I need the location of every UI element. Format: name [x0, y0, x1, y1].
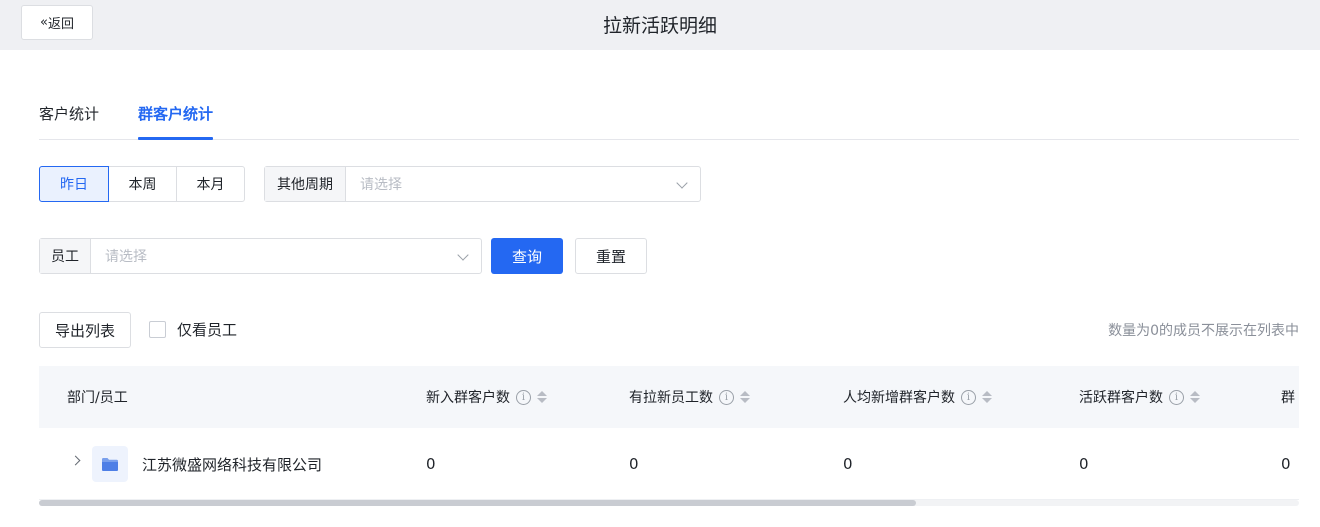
table-row: 江苏微盛网络科技有限公司 0 0 0 0 0 — [39, 428, 1299, 500]
horizontal-scrollbar-thumb[interactable] — [39, 500, 916, 506]
info-circle-icon[interactable]: i — [516, 389, 531, 405]
stats-table: 部门/员工 新入群客户数 i 有拉新员工数 i 人均新增群客户数 i 活跃群客户… — [39, 366, 1299, 506]
staff-placeholder: 请选择 — [105, 249, 147, 265]
chevron-down-icon — [457, 249, 469, 261]
zero-members-hint: 数量为0的成员不展示在列表中 — [1108, 323, 1299, 339]
column-header-active-group-customers: 活跃群客户数 i — [1079, 387, 1200, 407]
cell-new-group-customers: 0 — [426, 455, 436, 473]
only-staff-label: 仅看员工 — [177, 321, 238, 339]
cell-staff-with-new: 0 — [629, 455, 639, 473]
info-circle-icon[interactable]: i — [961, 389, 976, 405]
chevron-right-icon[interactable] — [70, 455, 81, 466]
date-range-segment: 昨日 本周 本月 — [39, 166, 245, 202]
sort-icon[interactable] — [537, 391, 547, 403]
info-circle-icon[interactable]: i — [1169, 389, 1184, 405]
table-header: 部门/员工 新入群客户数 i 有拉新员工数 i 人均新增群客户数 i 活跃群客户… — [39, 366, 1299, 428]
other-period-input[interactable]: 请选择 — [346, 167, 700, 201]
column-header-truncated: 群 — [1281, 390, 1295, 406]
sort-icon[interactable] — [740, 391, 750, 403]
cell-active-group-customers: 0 — [1079, 455, 1089, 473]
column-header-new-group-customers: 新入群客户数 i — [426, 387, 547, 407]
tab-customer-stats[interactable]: 客户统计 — [39, 103, 99, 140]
staff-input[interactable]: 请选择 — [91, 239, 481, 273]
cell-truncated: 0 — [1281, 455, 1291, 473]
column-header-staff-with-new: 有拉新员工数 i — [629, 387, 750, 407]
range-this-month-button[interactable]: 本月 — [176, 166, 245, 202]
folder-icon — [92, 446, 128, 482]
other-period-placeholder: 请选择 — [360, 177, 402, 193]
sort-icon[interactable] — [1190, 391, 1200, 403]
staff-select: 员工 请选择 — [39, 238, 482, 274]
column-header-department: 部门/员工 — [67, 390, 128, 406]
info-circle-icon[interactable]: i — [719, 389, 734, 405]
tab-bar: 客户统计 群客户统计 — [39, 90, 1299, 140]
column-header-avg-new-per-staff: 人均新增群客户数 i — [843, 387, 992, 407]
top-bar: « 返回 拉新活跃明细 — [0, 0, 1320, 50]
range-this-week-button[interactable]: 本周 — [108, 166, 177, 202]
export-list-button[interactable]: 导出列表 — [39, 312, 131, 348]
org-name[interactable]: 江苏微盛网络科技有限公司 — [142, 454, 322, 475]
other-period-select: 其他周期 请选择 — [264, 166, 701, 202]
staff-label: 员工 — [40, 239, 91, 273]
tab-group-customer-stats[interactable]: 群客户统计 — [138, 103, 214, 140]
cell-avg-new-per-staff: 0 — [843, 455, 853, 473]
other-period-label: 其他周期 — [265, 167, 346, 201]
sort-icon[interactable] — [982, 391, 992, 403]
horizontal-scrollbar[interactable] — [39, 500, 1299, 506]
reset-button[interactable]: 重置 — [575, 238, 647, 274]
query-button[interactable]: 查询 — [491, 238, 563, 274]
page-title: 拉新活跃明细 — [602, 15, 717, 37]
only-staff-checkbox[interactable] — [149, 321, 166, 338]
only-staff-toggle: 仅看员工 — [149, 319, 237, 340]
range-yesterday-button[interactable]: 昨日 — [39, 166, 109, 202]
chevron-down-icon — [676, 177, 688, 189]
